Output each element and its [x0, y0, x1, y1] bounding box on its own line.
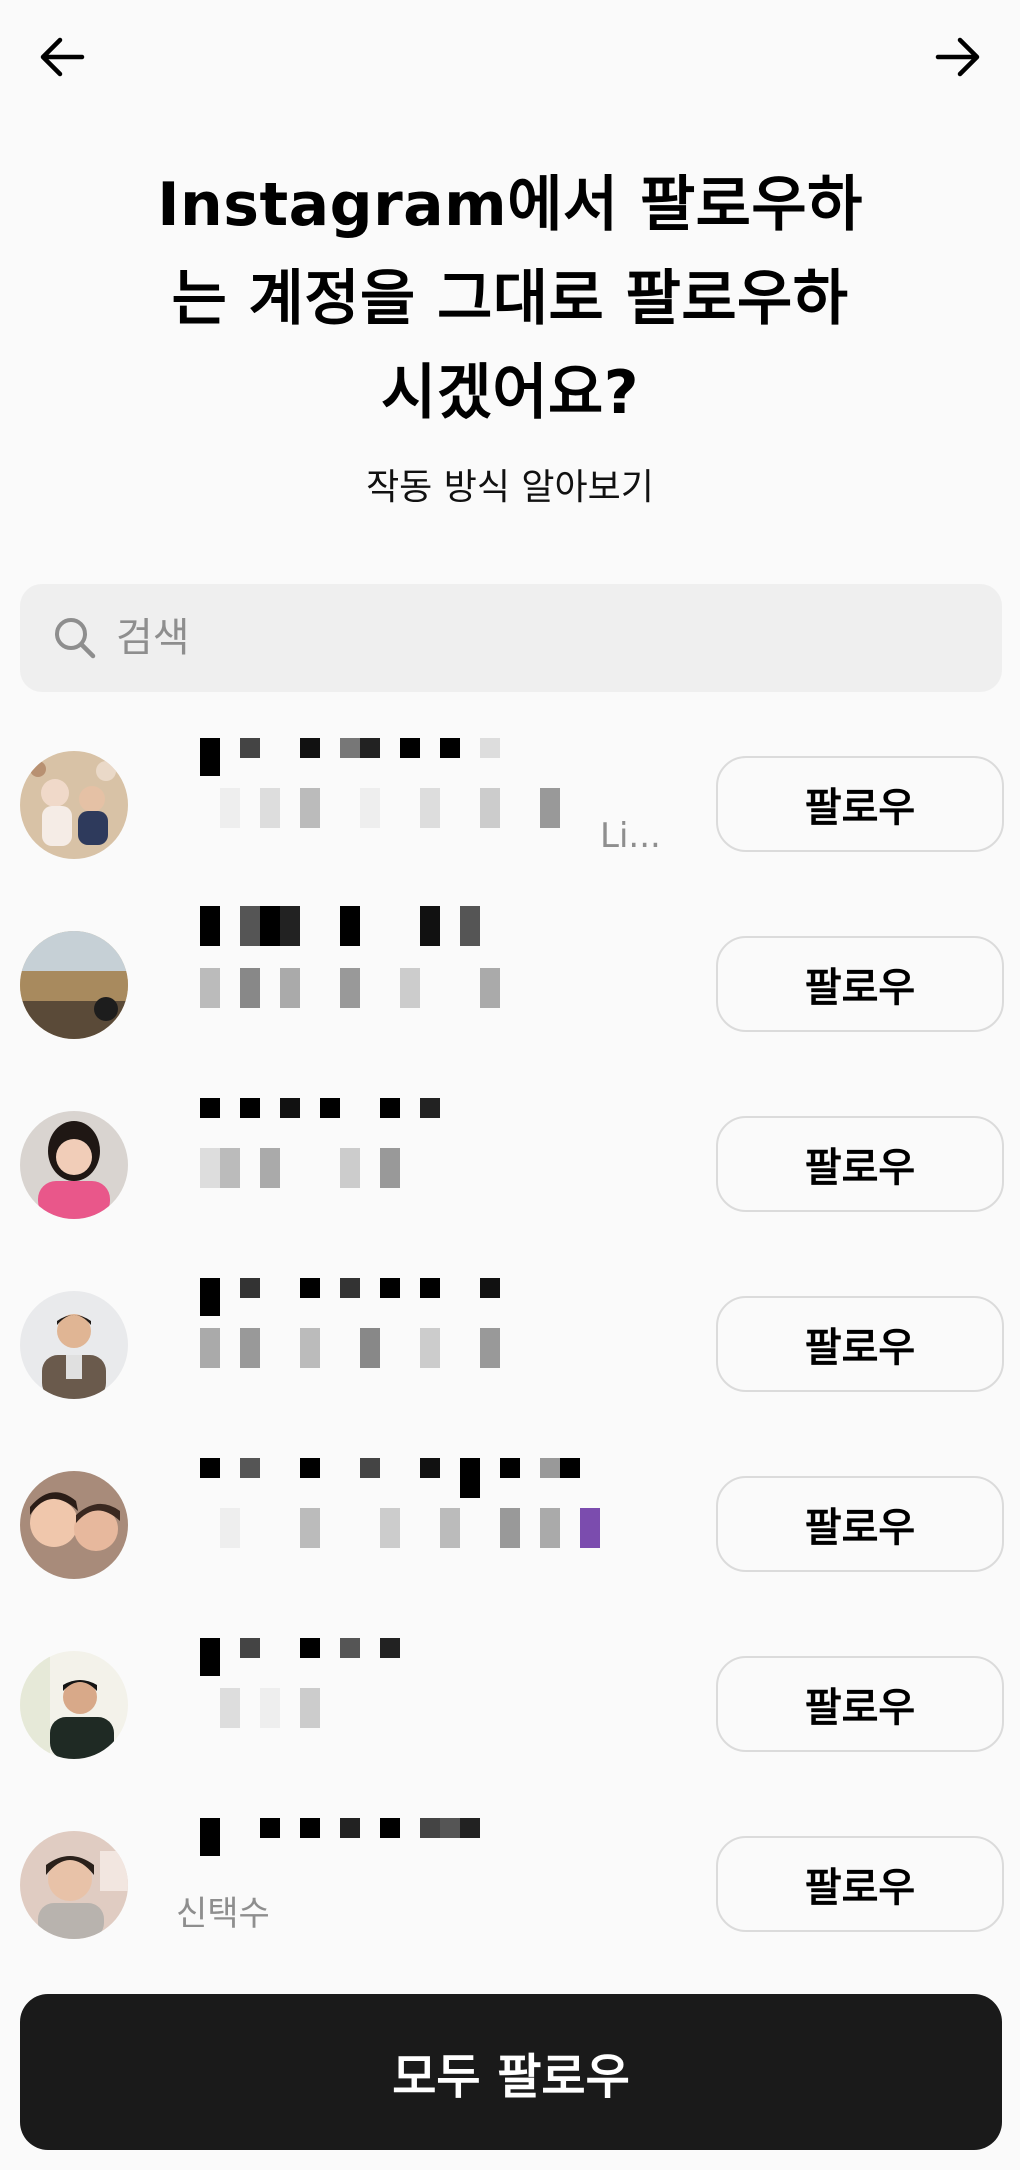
follow-all-button[interactable]: 모두 팔로우: [20, 1994, 1002, 2150]
back-button[interactable]: [22, 22, 102, 92]
follow-button[interactable]: 팔로우: [716, 1656, 1004, 1752]
account-subtext: 신택수: [176, 1894, 270, 1934]
title-line-3: 시겠어요?: [380, 358, 640, 428]
forward-button[interactable]: [918, 22, 998, 92]
learn-more-link[interactable]: 작동 방식 알아보기: [0, 458, 1020, 510]
fullname-redacted: [200, 1508, 600, 1558]
fullname-redacted: [200, 1148, 420, 1198]
account-subtext: Li...: [600, 816, 661, 856]
title-line-2: 는 계정을 그대로 팔로우하: [171, 264, 849, 334]
username-redacted: [200, 1626, 440, 1676]
avatar[interactable]: [20, 1831, 128, 1939]
account-row: Li... 팔로우: [0, 716, 1020, 896]
account-row: 팔로우: [0, 1076, 1020, 1256]
follow-button[interactable]: 팔로우: [716, 1116, 1004, 1212]
fullname-redacted: [200, 968, 500, 1018]
account-row: 팔로우: [0, 896, 1020, 1076]
search-input[interactable]: [116, 615, 936, 661]
import-follows-screen: Instagram에서 팔로우하 는 계정을 그대로 팔로우하 시겠어요? 작동…: [0, 0, 1020, 2170]
search-bar[interactable]: [20, 584, 1002, 692]
arrow-right-icon: [935, 37, 980, 77]
username-redacted: [200, 1266, 500, 1316]
username-redacted: [200, 906, 500, 956]
fullname-redacted: [200, 1328, 500, 1378]
username-redacted: [200, 1086, 460, 1136]
fullname-redacted: [200, 788, 580, 838]
follow-button[interactable]: 팔로우: [716, 1476, 1004, 1572]
fullname-redacted: [200, 1688, 340, 1738]
account-row: 팔로우: [0, 1436, 1020, 1616]
follow-button[interactable]: 팔로우: [716, 936, 1004, 1032]
title-line-1: Instagram에서 팔로우하: [157, 170, 863, 240]
follow-button[interactable]: 팔로우: [716, 1296, 1004, 1392]
avatar[interactable]: [20, 1291, 128, 1399]
avatar[interactable]: [20, 931, 128, 1039]
avatar[interactable]: [20, 1471, 128, 1579]
arrow-left-icon: [40, 37, 85, 77]
avatar[interactable]: [20, 751, 128, 859]
account-row: 팔로우: [0, 1256, 1020, 1436]
account-row: 신택수 팔로우: [0, 1796, 1020, 1976]
follow-button[interactable]: 팔로우: [716, 1836, 1004, 1932]
follow-button[interactable]: 팔로우: [716, 756, 1004, 852]
search-icon: [50, 613, 100, 663]
avatar[interactable]: [20, 1111, 128, 1219]
username-redacted: [200, 1446, 580, 1498]
username-redacted: [200, 1806, 500, 1856]
avatar[interactable]: [20, 1651, 128, 1759]
page-title: Instagram에서 팔로우하 는 계정을 그대로 팔로우하 시겠어요?: [120, 158, 900, 440]
username-redacted: [200, 726, 500, 776]
account-row: 팔로우: [0, 1616, 1020, 1796]
